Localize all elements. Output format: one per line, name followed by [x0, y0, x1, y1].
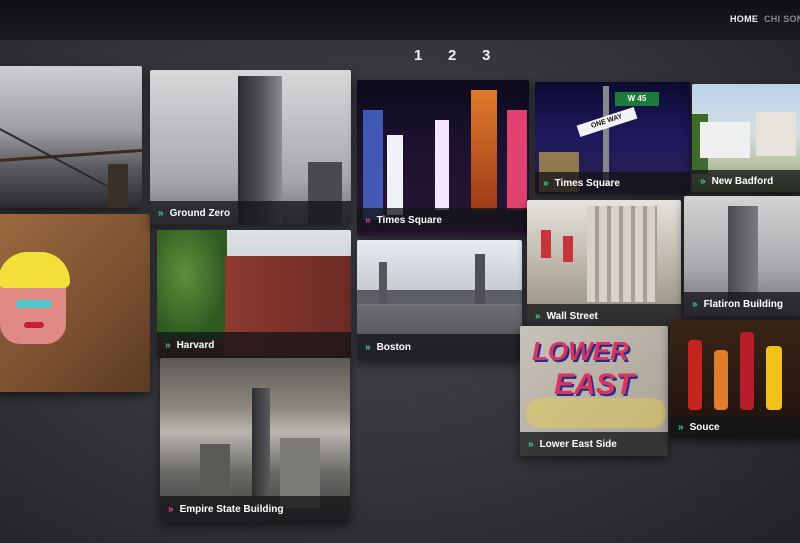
photo-tile-times-square-1[interactable]: » Times Square: [357, 80, 529, 236]
american-flag: [541, 230, 551, 258]
chevron-right-icon: »: [528, 438, 534, 450]
tile-title: Lower East Side: [539, 438, 617, 450]
chevron-right-icon: »: [700, 175, 706, 187]
photo-tile-flatiron-building[interactable]: » Flatiron Building: [684, 196, 800, 316]
american-flag: [563, 236, 573, 262]
marilyn-lips: [24, 322, 44, 328]
tower-lit: [471, 90, 497, 210]
tile-caption: » Ground Zero: [150, 201, 351, 225]
page-3-link[interactable]: 3: [482, 47, 490, 64]
tile-caption: » Lower East Side: [520, 432, 668, 456]
photo-tile-wall-street[interactable]: » Wall Street: [527, 200, 681, 328]
tile-caption: » Times Square: [357, 208, 529, 232]
building: [700, 122, 750, 158]
tile-title: Souce: [689, 421, 720, 433]
tile-title: Times Square: [376, 214, 442, 226]
tile-caption: » Empire State Building: [160, 496, 350, 522]
tile-caption: » Times Square: [535, 172, 690, 194]
tile-caption: » Flatiron Building: [684, 292, 800, 316]
building: [200, 444, 230, 504]
page-2-link[interactable]: 2: [448, 47, 456, 64]
tile-title: New Badford: [711, 175, 774, 187]
top-navigation-bar: HOME CHI SONO: [0, 0, 800, 40]
chevron-right-icon: »: [692, 298, 698, 310]
graffiti-text: LOWER: [532, 336, 629, 366]
page-1-link[interactable]: 1: [414, 47, 422, 64]
chevron-right-icon: »: [365, 341, 371, 353]
sauce-bottle: [714, 350, 728, 410]
chevron-right-icon: »: [678, 421, 684, 433]
nav-home-link[interactable]: HOME: [730, 14, 758, 24]
tile-title: Ground Zero: [169, 207, 231, 219]
neon-sign: [363, 110, 383, 220]
tile-title: Times Square: [554, 177, 620, 189]
photo-tile-harvard[interactable]: » Harvard: [157, 230, 351, 358]
chevron-right-icon: »: [158, 207, 164, 219]
sauce-bottle: [688, 340, 702, 410]
photo-tile-lower-east-side[interactable]: LOWER EAST » Lower East Side: [520, 326, 668, 456]
graffiti-highlight: [526, 398, 666, 428]
neon-sign: [507, 110, 527, 210]
columned-facade: [587, 206, 657, 302]
photo-tile-bridge[interactable]: [0, 66, 142, 208]
tile-title: Flatiron Building: [703, 298, 783, 310]
photo-tile-souce[interactable]: » Souce: [670, 320, 800, 438]
tile-caption: » New Badford: [692, 170, 800, 192]
house: [756, 112, 796, 156]
tile-caption: » Boston: [357, 334, 522, 360]
chevron-right-icon: »: [543, 177, 549, 189]
bridge-tower: [108, 164, 128, 208]
marilyn-eyeshadow: [16, 300, 52, 308]
skyscraper: [379, 262, 387, 304]
sign-pole: [603, 86, 609, 186]
photo-tile-boston[interactable]: » Boston: [357, 240, 522, 360]
tile-title: Empire State Building: [179, 503, 284, 515]
nav-chi-sono-link[interactable]: CHI SONO: [764, 14, 800, 24]
billboard: [387, 135, 403, 215]
tile-title: Boston: [376, 341, 412, 353]
photo-tile-new-badford[interactable]: » New Badford: [692, 84, 800, 192]
bridge-deck: [0, 148, 142, 163]
chevron-right-icon: »: [535, 310, 541, 322]
photo-tile-times-square-2[interactable]: W 45 ONE WAY » Times Square: [535, 82, 690, 194]
tree: [157, 230, 227, 340]
empire-state-tower: [252, 388, 270, 498]
chevron-right-icon: »: [365, 214, 371, 226]
tile-title: Wall Street: [546, 310, 598, 322]
tile-caption: » Wall Street: [527, 304, 681, 328]
photo-tile-ground-zero[interactable]: » Ground Zero: [150, 70, 351, 225]
billboard: [435, 120, 449, 210]
flatiron-tower: [728, 206, 758, 306]
tile-title: Harvard: [176, 339, 215, 351]
sauce-bottle: [766, 346, 782, 410]
skyscraper: [475, 254, 485, 304]
chevron-right-icon: »: [165, 339, 171, 351]
tile-caption: » Souce: [670, 416, 800, 438]
sauce-bottle: [740, 332, 754, 410]
tile-caption: » Harvard: [157, 332, 351, 358]
marilyn-hair: [0, 252, 70, 288]
street-sign: W 45: [615, 92, 659, 106]
photo-tile-marilyn[interactable]: [0, 214, 150, 392]
photo-tile-empire-state-building[interactable]: » Empire State Building: [160, 358, 350, 522]
chevron-right-icon: »: [168, 503, 174, 515]
